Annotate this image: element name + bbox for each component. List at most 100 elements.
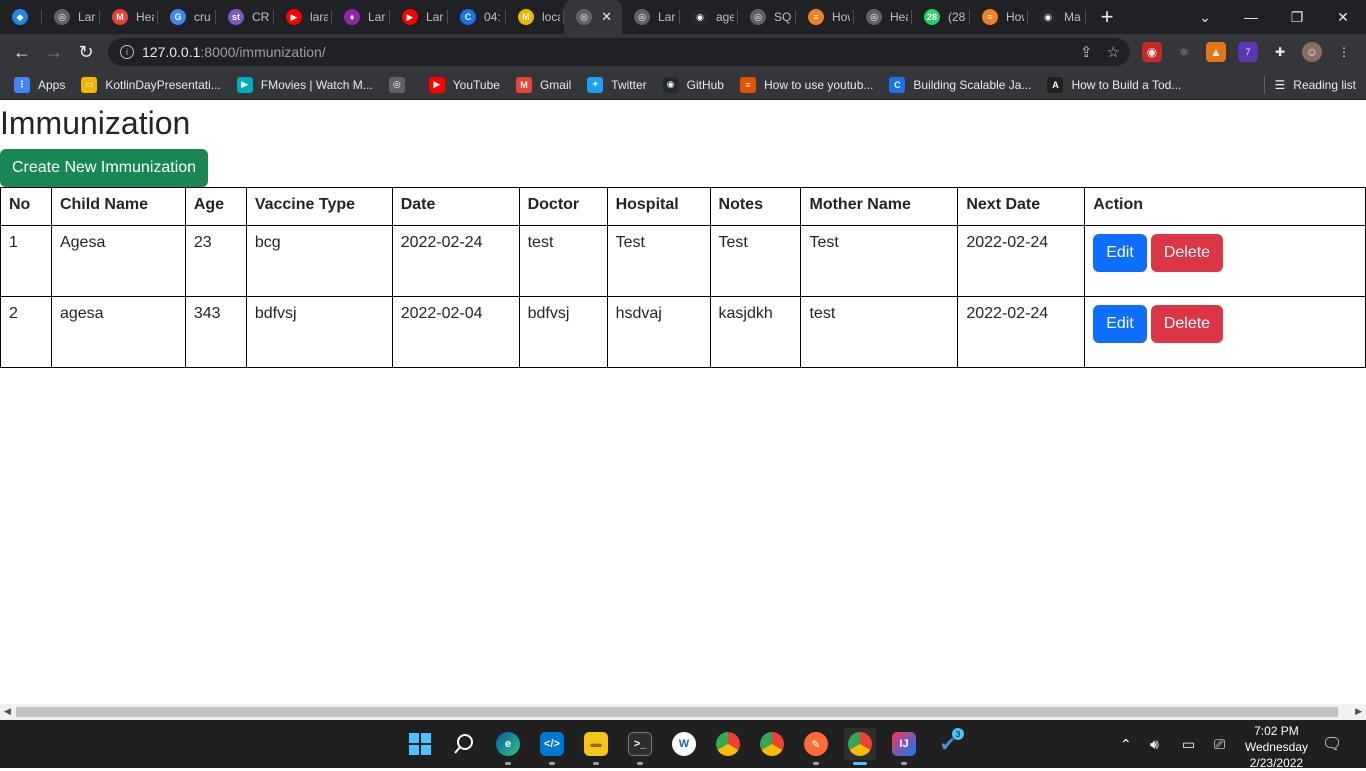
bookmark-label: FMovies | Watch M... [260,77,373,92]
vscode-icon[interactable]: </> [536,728,568,765]
tab-favicon-icon: ◎ [866,9,882,25]
column-header: Action [1084,187,1366,226]
bookmark-item[interactable]: M Gmail [515,76,571,93]
bookmark-item[interactable]: ✦ Twitter [587,76,647,93]
volume-icon[interactable]: 🔊︎ [1150,720,1159,768]
bookmark-label: YouTube [452,77,500,92]
restore-icon[interactable]: ❐ [1274,0,1320,34]
browser-tab[interactable]: ◎ SQL [738,0,796,34]
bookmark-label: How to Build a Tod... [1071,77,1182,92]
react-devtools-icon[interactable]: ⚛ [1174,42,1194,62]
bookmark-item[interactable]: A How to Build a Tod... [1047,76,1182,93]
chrome-dev-icon[interactable] [756,728,788,760]
network-icon[interactable]: ⎚ [1214,720,1225,768]
clock-date: 2/23/2022 [1249,756,1304,770]
browser-tab[interactable]: Mloca [506,0,564,34]
windows-app-icon[interactable]: W [668,728,700,760]
page-title: Immunization [0,105,191,141]
table-header-row: No Child Name Age Vaccine Type Date Doctor Hos… [0,187,1366,226]
create-new-immunization-button[interactable]: Create New Immunization [0,149,209,187]
browser-tab[interactable]: ◎ Lara [622,0,680,34]
postman-icon[interactable]: ✎ [800,728,832,765]
system-clock[interactable]: 7:02 PM Wednesday 2/23/2022 [1245,723,1308,771]
table-cell: 2022-02-24 [957,225,1086,297]
browser-tab[interactable]: ▶ lara [274,0,332,34]
browser-tab[interactable]: ◎ ✕ [564,0,622,34]
start-menu-icon[interactable] [404,728,436,760]
tab-title: How [1006,10,1024,24]
search-icon[interactable] [448,728,480,760]
browser-tab[interactable]: Gcru [158,0,216,34]
new-tab-button[interactable]: + [1090,0,1124,34]
table-row: 1 Agesa 23 bcg 2022-02-24 test Test Test Test 202… [0,225,1366,297]
tab-favicon-icon: ≡ [808,9,824,25]
back-icon[interactable]: ← [6,36,38,68]
notifications-icon[interactable]: 🗨︎ [1322,720,1342,768]
bookmark-item[interactable]: C Building Scalable Ja... [889,76,1031,93]
clock-day: Wednesday [1244,740,1308,754]
bookmark-item[interactable]: ◎ [388,76,413,93]
edit-button[interactable]: Edit [1093,234,1147,272]
chrome-profile-icon[interactable] [712,728,744,760]
bookmark-item[interactable]: ≡ How to use youtub... [739,76,873,93]
bookmark-item[interactable]: ▶ YouTube [428,76,500,93]
delete-button[interactable]: Delete [1150,234,1224,272]
metamask-icon[interactable]: ▲ [1206,42,1226,62]
browser-tab[interactable]: ◆ [0,0,42,34]
minimize-icon[interactable]: — [1228,0,1274,34]
bookmark-star-icon[interactable]: ☆ [1107,43,1120,61]
browser-tab[interactable]: ◎ Lara [42,0,100,34]
bookmark-item[interactable]: ◉ GitHub [662,76,724,93]
browser-tab[interactable]: st CRU [216,0,274,34]
scroll-left-icon[interactable]: ◀ [4,706,11,717]
bookmarks-bar: ⋮ Apps ▭ KotlinDayPresentati... ▶ FMovies | W… [0,70,1366,100]
bookmark-icon: ◉ [662,76,679,93]
tab-search-icon[interactable]: ⌄ [1182,0,1228,34]
bookmark-item[interactable]: ⋮ Apps [14,76,65,93]
running-indicator [813,762,819,765]
chrome-icon[interactable] [844,728,876,765]
bookmark-icon: A [1047,76,1064,93]
browser-tab[interactable]: C 04: [448,0,506,34]
close-tab-icon[interactable]: ✕ [601,9,612,25]
reading-list-button[interactable]: ☰ Reading list [1263,76,1356,94]
horizontal-scrollbar[interactable]: ◀ ▶ [0,704,1366,720]
file-explorer-icon[interactable]: ▬ [580,728,612,765]
share-icon[interactable]: ⇪ [1080,43,1093,61]
extensions-puzzle-icon[interactable]: ✚ [1270,42,1290,62]
browser-tab[interactable]: ▶ Lara [390,0,448,34]
browser-tab[interactable]: 28 (28 [912,0,970,34]
browser-tab[interactable]: ≡ How [970,0,1028,34]
browser-tab[interactable]: ◎ Hea [854,0,912,34]
browser-tab[interactable]: ◉ Ma [1028,0,1086,34]
scroll-right-icon[interactable]: ▶ [1355,706,1362,717]
extension-badge-icon[interactable]: 7 [1238,42,1258,62]
scrollbar-thumb[interactable] [16,707,1338,717]
profile-avatar[interactable]: ☺ [1302,42,1322,62]
browser-tab[interactable]: M Hea [100,0,158,34]
battery-icon[interactable]: ▭ [1182,720,1195,768]
forward-icon[interactable]: → [38,36,70,68]
browser-tab[interactable]: ◉ age [680,0,738,34]
delete-button[interactable]: Delete [1150,305,1224,343]
site-info-icon[interactable]: i [120,45,134,59]
edit-button[interactable]: Edit [1093,305,1147,343]
terminal-icon[interactable]: >_ [624,728,656,765]
bookmark-item[interactable]: ▭ KotlinDayPresentati... [81,76,221,93]
ublock-icon[interactable]: ◉ [1142,42,1162,62]
todo-icon[interactable]: ✔ 3 [932,728,964,760]
edge-icon[interactable]: e [492,728,524,765]
tab-title: Hea [890,10,908,24]
bookmark-icon: ▭ [81,76,98,93]
intellij-icon[interactable]: IJ [888,728,920,765]
browser-tab[interactable]: ♦ Lara [332,0,390,34]
show-hidden-icons[interactable]: ⌃ [1120,720,1132,768]
address-bar[interactable]: i 127.0.0.1:8000/immunization/ ⇪ ☆ [108,38,1130,66]
menu-kebab-icon[interactable]: ⋮ [1334,42,1354,62]
table-cell: bdfvsj [245,296,393,368]
column-header: No [0,187,52,226]
bookmark-item[interactable]: ▶ FMovies | Watch M... [236,76,373,93]
browser-tab[interactable]: ≡ How [796,0,854,34]
reload-icon[interactable]: ↻ [70,36,102,68]
close-window-icon[interactable]: ✕ [1320,0,1366,34]
